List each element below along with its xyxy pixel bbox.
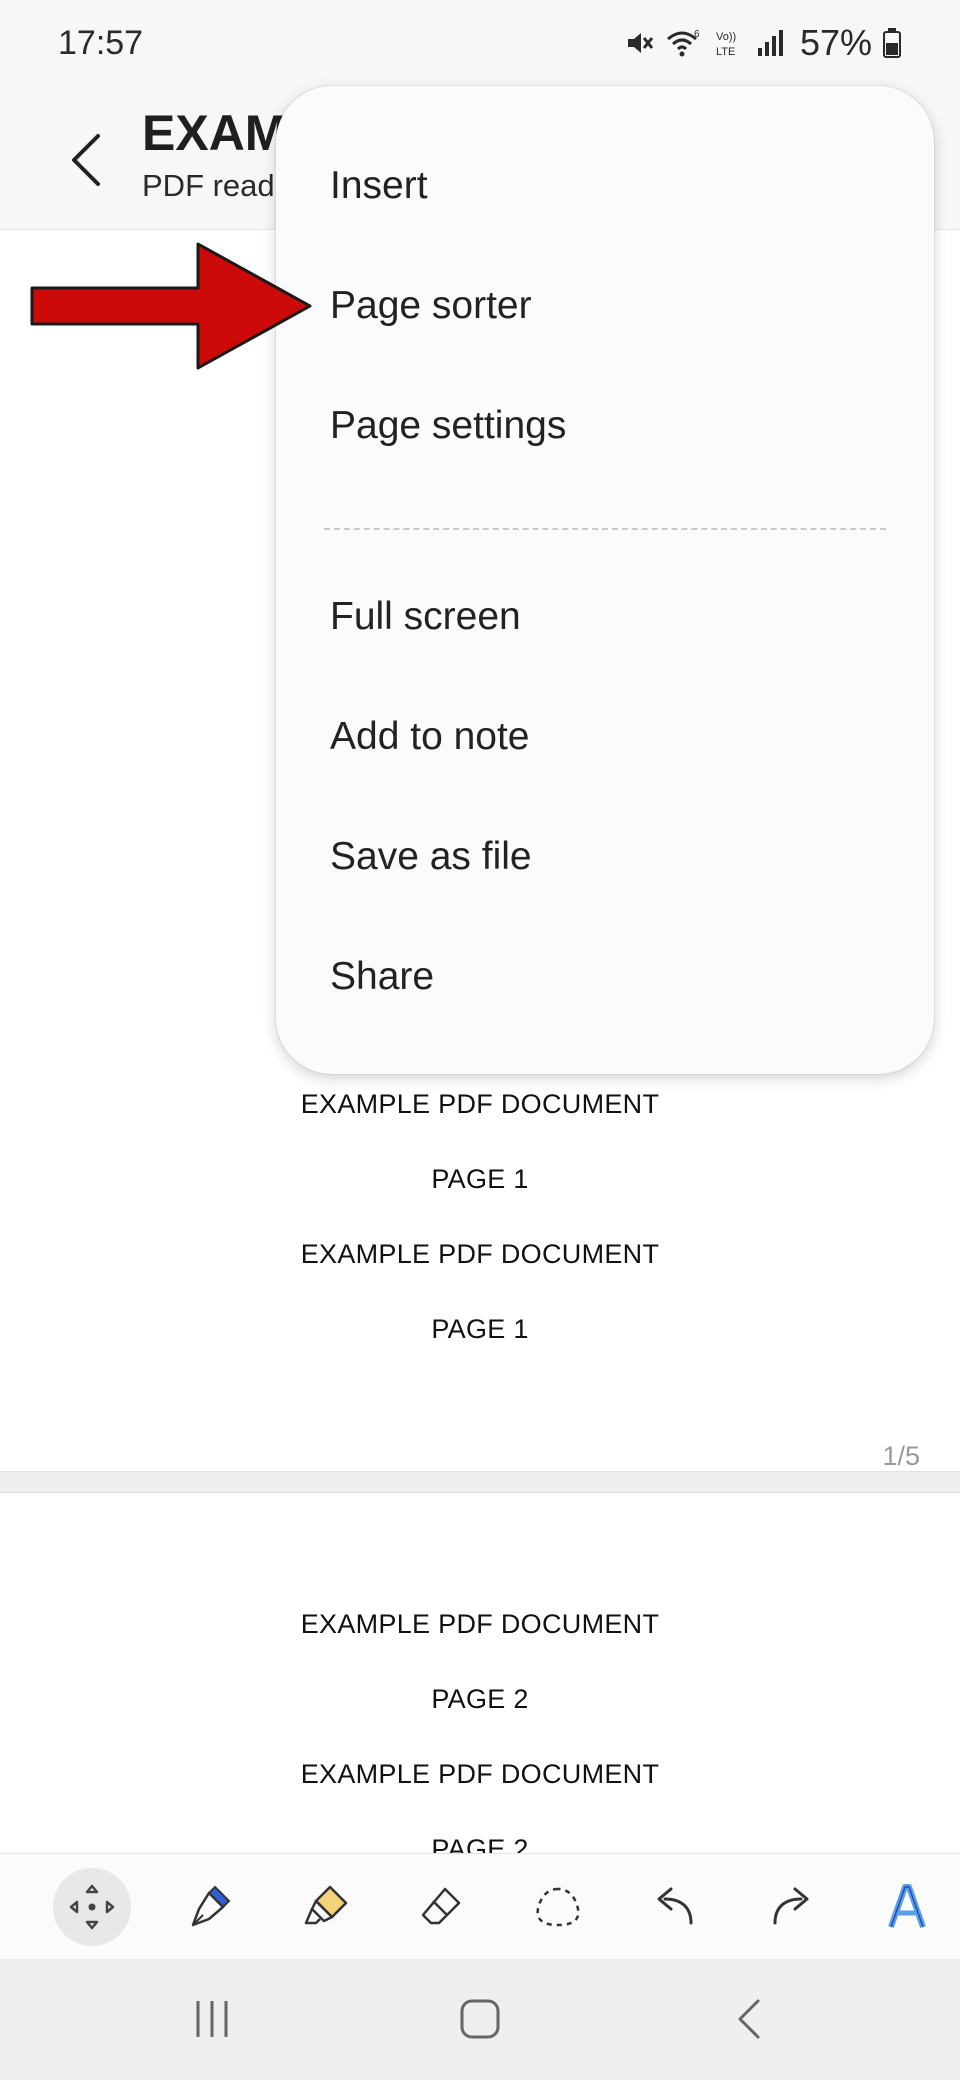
document-title: EXAM: [142, 105, 287, 161]
page-text-line: EXAMPLE PDF DOCUMENT: [300, 1089, 660, 1119]
back-button[interactable]: [48, 122, 124, 198]
system-nav-bar: [0, 1959, 960, 2080]
home-button[interactable]: [430, 1981, 530, 2057]
pen-icon: [191, 1885, 231, 1927]
menu-item-page-sorter[interactable]: Page sorter: [276, 251, 934, 361]
recents-button[interactable]: [162, 1981, 262, 2057]
document-subtitle: PDF read: [142, 168, 275, 203]
svg-text:Vo)): Vo)): [716, 31, 736, 43]
page-text-line: PAGE 1: [431, 1164, 529, 1194]
battery-percent: 57%: [799, 22, 872, 63]
svg-text:LTE: LTE: [716, 46, 735, 58]
move-tool-icon: [69, 1884, 115, 1930]
text-style-icon: [888, 1884, 926, 1928]
menu-item-insert[interactable]: Insert: [276, 131, 934, 241]
undo-icon: [657, 1887, 693, 1925]
menu-divider: [324, 528, 886, 530]
highlighter-tool-button[interactable]: [287, 1868, 365, 1946]
menu-item-page-settings[interactable]: Page settings: [276, 371, 934, 481]
mute-icon: [627, 33, 654, 53]
status-icons: 6 Vo)) LTE 57%: [624, 22, 902, 64]
page-text-line: EXAMPLE PDF DOCUMENT: [300, 1239, 660, 1269]
battery-icon: [883, 28, 901, 58]
redo-button[interactable]: [752, 1868, 830, 1946]
page-text-line: PAGE 1: [431, 1314, 529, 1344]
move-tool-button[interactable]: [53, 1868, 131, 1946]
signal-icon: [757, 30, 783, 56]
svg-text:6: 6: [694, 29, 700, 40]
redo-icon: [773, 1887, 809, 1925]
menu-item-add-to-note[interactable]: Add to note: [276, 682, 934, 792]
drawing-toolbar: [0, 1853, 960, 1959]
wifi-icon: 6: [666, 29, 700, 57]
page-text-line: EXAMPLE PDF DOCUMENT: [300, 1609, 660, 1639]
page-separator: [0, 1471, 960, 1493]
volte-icon: Vo)) LTE: [716, 31, 736, 58]
text-style-button[interactable]: [868, 1868, 946, 1946]
red-arrow-annotation: [30, 242, 312, 370]
lasso-tool-button[interactable]: [519, 1868, 597, 1946]
home-icon: [460, 1999, 500, 2039]
eraser-tool-button[interactable]: [402, 1868, 480, 1946]
undo-button[interactable]: [636, 1868, 714, 1946]
recents-icon: [196, 2001, 228, 2037]
page-text-line: PAGE 2: [431, 1834, 529, 1853]
menu-item-save-as-file[interactable]: Save as file: [276, 802, 934, 912]
page-text-line: EXAMPLE PDF DOCUMENT: [300, 1759, 660, 1789]
pdf-page-2[interactable]: EXAMPLE PDF DOCUMENT PAGE 2 EXAMPLE PDF …: [0, 1493, 960, 1853]
pen-tool-button[interactable]: [170, 1868, 248, 1946]
back-arrow-icon: [72, 134, 100, 186]
back-icon: [738, 1999, 760, 2039]
page-text-line: PAGE 2: [431, 1684, 529, 1714]
lasso-select-icon: [536, 1887, 580, 1927]
status-bar: 17:57 6 Vo)) LTE 57%: [0, 0, 960, 90]
menu-item-full-screen[interactable]: Full screen: [276, 562, 934, 672]
system-back-button[interactable]: [700, 1981, 800, 2057]
more-options-menu: Insert Page sorter Page settings Full sc…: [276, 86, 934, 1074]
status-time: 17:57: [58, 24, 144, 62]
menu-item-share[interactable]: Share: [276, 922, 934, 1032]
highlighter-icon: [304, 1885, 348, 1925]
page-counter: 1/5: [882, 1441, 920, 1471]
eraser-icon: [421, 1887, 461, 1925]
